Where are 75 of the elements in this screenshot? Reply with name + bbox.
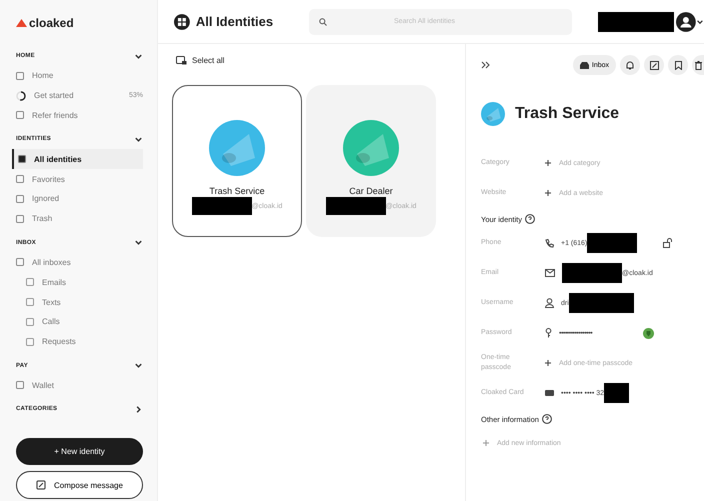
menu-item-icon: [16, 381, 24, 390]
sidebar-item[interactable]: Ignored: [12, 188, 143, 209]
new-identity-button[interactable]: + New identity: [16, 438, 143, 465]
sidebar-item[interactable]: Calls: [12, 312, 143, 332]
logo-icon: [16, 19, 27, 27]
select-all-button[interactable]: Select all: [176, 56, 451, 65]
sidebar-item[interactable]: Favorites: [12, 169, 143, 189]
shield-icon: [643, 328, 654, 338]
redaction-block: [192, 197, 252, 215]
sidebar-item[interactable]: Texts: [12, 292, 143, 312]
plus-icon: [545, 160, 551, 166]
edit-icon: [650, 60, 658, 70]
redaction-block: [587, 233, 638, 253]
identity-title: Trash Service: [515, 105, 620, 123]
identity-name: Car Dealer: [349, 186, 393, 196]
sidebar-item[interactable]: Requests: [12, 332, 143, 352]
chevron-icon[interactable]: [134, 404, 143, 414]
menu-item-icon: [26, 318, 34, 326]
sidebar-item[interactable]: Trash: [12, 208, 143, 229]
menu-item-icon: [16, 194, 24, 203]
menu-item-icon: [26, 278, 34, 286]
sidebar-item[interactable]: Home: [12, 66, 143, 86]
menu-item-icon: [18, 155, 26, 164]
redaction-block: [568, 293, 634, 313]
menu-item-icon: [16, 214, 24, 223]
sidebar-item[interactable]: Emails: [12, 272, 143, 292]
grid-icon: [174, 14, 190, 30]
card-icon: [545, 390, 554, 396]
avatar-icon[interactable]: [676, 12, 696, 32]
mail-icon: [545, 269, 555, 277]
menu-item-icon: [16, 175, 24, 184]
help-icon[interactable]: [542, 414, 552, 424]
page-title: All Identities: [196, 14, 274, 29]
key-icon: [545, 328, 552, 338]
inbox-icon: [580, 62, 589, 68]
sidebar-item[interactable]: All identities: [12, 149, 143, 170]
chevron-icon[interactable]: [696, 18, 704, 26]
menu-item-icon: [16, 111, 24, 120]
bookmark-button[interactable]: [668, 55, 688, 75]
redaction-block: [604, 383, 630, 403]
trash-icon: [694, 60, 702, 70]
bell-icon: [626, 60, 634, 70]
search-icon: [318, 18, 327, 26]
plus-icon: [545, 360, 551, 366]
menu-item-icon: [26, 338, 34, 346]
phone-icon: [545, 238, 554, 248]
menu-item-icon: [16, 258, 24, 266]
bookmark-icon: [674, 60, 682, 70]
compose-message-button[interactable]: Compose message: [16, 471, 143, 499]
expand-icon[interactable]: [481, 61, 491, 69]
redaction-block: [562, 263, 622, 283]
edit-button[interactable]: [644, 55, 664, 75]
menu-item-icon: [16, 72, 24, 80]
notification-button[interactable]: [620, 55, 640, 75]
sidebar-item[interactable]: All inboxes: [12, 252, 143, 272]
plus-icon: [483, 440, 489, 446]
chevron-icon[interactable]: [134, 52, 143, 60]
progress-ring-icon: [16, 90, 26, 101]
identity-name: Trash Service: [209, 186, 265, 196]
sidebar-item[interactable]: Wallet: [12, 376, 143, 396]
unlock-icon[interactable]: [663, 238, 672, 248]
brand-name: cloaked: [29, 16, 74, 30]
select-icon: [176, 56, 187, 65]
compose-icon: [36, 480, 46, 490]
redaction-block: [326, 197, 386, 215]
identity-avatar-icon: [481, 102, 505, 126]
chevron-icon[interactable]: [134, 134, 143, 144]
plus-icon: [545, 190, 551, 196]
sidebar-item[interactable]: Refer friends: [12, 106, 143, 126]
delete-button[interactable]: [692, 55, 704, 75]
menu-item-icon: [26, 298, 34, 306]
chevron-icon[interactable]: [134, 361, 143, 370]
chevron-icon[interactable]: [134, 238, 143, 248]
help-icon[interactable]: [525, 214, 536, 224]
user-icon: [545, 298, 554, 308]
